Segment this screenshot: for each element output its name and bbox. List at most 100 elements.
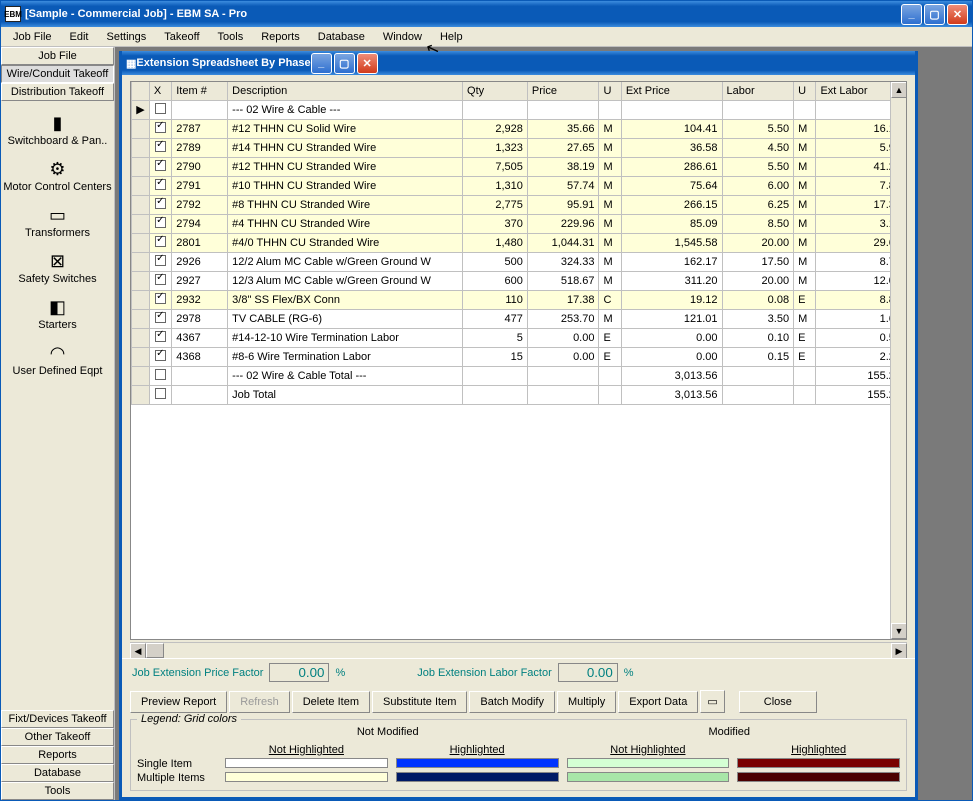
cell-u1[interactable]: C <box>599 290 621 309</box>
cell-qty[interactable]: 2,775 <box>463 195 528 214</box>
row-checkbox[interactable] <box>155 122 166 133</box>
row-indicator[interactable] <box>132 138 150 157</box>
scroll-up-icon[interactable]: ▲ <box>891 82 907 98</box>
cell-ext[interactable]: 19.12 <box>621 290 722 309</box>
cell-u1[interactable]: M <box>599 233 621 252</box>
row-indicator[interactable] <box>132 119 150 138</box>
sidebar-btn-distribution-takeoff[interactable]: Distribution Takeoff <box>1 83 114 101</box>
cell-labor[interactable]: 0.08 <box>722 290 794 309</box>
extension-grid[interactable]: XItem #DescriptionQtyPriceUExt PriceLabo… <box>131 82 906 405</box>
cell-u2[interactable]: M <box>794 271 816 290</box>
table-row[interactable]: --- 02 Wire & Cable Total ---3,013.56155… <box>132 366 906 385</box>
cell-ext[interactable]: 36.58 <box>621 138 722 157</box>
cell-ext[interactable] <box>621 100 722 119</box>
cell-qty[interactable] <box>463 366 528 385</box>
cell-item[interactable]: 2790 <box>172 157 228 176</box>
table-row[interactable]: 2789#14 THHN CU Stranded Wire1,32327.65M… <box>132 138 906 157</box>
cell-ext[interactable]: 75.64 <box>621 176 722 195</box>
cell-labor[interactable]: 6.00 <box>722 176 794 195</box>
cell-labor[interactable]: 4.50 <box>722 138 794 157</box>
cell-ext[interactable]: 162.17 <box>621 252 722 271</box>
row-indicator[interactable] <box>132 176 150 195</box>
cell-ext[interactable]: 3,013.56 <box>621 366 722 385</box>
cell-u2[interactable]: M <box>794 176 816 195</box>
cell-item[interactable]: 2927 <box>172 271 228 290</box>
cell-qty[interactable]: 15 <box>463 347 528 366</box>
preview-report-button[interactable]: Preview Report <box>130 691 227 713</box>
cell-item[interactable] <box>172 366 228 385</box>
cell-qty[interactable]: 1,323 <box>463 138 528 157</box>
col-header[interactable]: Qty <box>463 82 528 100</box>
menu-tools[interactable]: Tools <box>210 29 252 45</box>
row-checkbox[interactable] <box>155 236 166 247</box>
cell-item[interactable] <box>172 385 228 404</box>
cell-desc[interactable]: #12 THHN CU Solid Wire <box>228 119 463 138</box>
cell-price[interactable] <box>527 366 599 385</box>
cell-desc[interactable]: #4 THHN CU Stranded Wire <box>228 214 463 233</box>
row-checkbox[interactable] <box>155 179 166 190</box>
minimize-button[interactable]: _ <box>901 4 922 25</box>
palette-motor-control-centers[interactable]: ⚙Motor Control Centers <box>1 153 114 197</box>
cell-labor[interactable]: 3.50 <box>722 309 794 328</box>
cell-item[interactable]: 2792 <box>172 195 228 214</box>
cell-u1[interactable]: M <box>599 176 621 195</box>
cell-u2[interactable] <box>794 100 816 119</box>
cell-u2[interactable]: M <box>794 195 816 214</box>
col-header[interactable]: Item # <box>172 82 228 100</box>
cell-desc[interactable]: #10 THHN CU Stranded Wire <box>228 176 463 195</box>
cell-u2[interactable]: M <box>794 252 816 271</box>
cell-u1[interactable]: E <box>599 347 621 366</box>
cell-desc[interactable]: 12/3 Alum MC Cable w/Green Ground W <box>228 271 463 290</box>
table-row[interactable]: 2790#12 THHN CU Stranded Wire7,50538.19M… <box>132 157 906 176</box>
sidebar-btn-tools[interactable]: Tools <box>1 782 114 800</box>
sidebar-btn-wire-conduit-takeoff[interactable]: Wire/Conduit Takeoff <box>1 65 114 83</box>
cell-qty[interactable]: 1,310 <box>463 176 528 195</box>
options-icon-button[interactable]: ▭ <box>700 690 724 713</box>
cell-u2[interactable]: M <box>794 214 816 233</box>
scroll-thumb[interactable] <box>146 643 164 658</box>
cell-u1[interactable] <box>599 385 621 404</box>
table-row[interactable]: 29323/8" SS Flex/BX Conn11017.38C19.120.… <box>132 290 906 309</box>
cell-u2[interactable]: M <box>794 157 816 176</box>
sidebar-btn-reports[interactable]: Reports <box>1 746 114 764</box>
child-titlebar[interactable]: ▦ Extension Spreadsheet By Phase _ ▢ ✕ <box>122 51 915 75</box>
row-checkbox[interactable] <box>155 103 166 114</box>
col-header[interactable]: Description <box>228 82 463 100</box>
menu-job-file[interactable]: Job File <box>5 29 60 45</box>
cell-u1[interactable] <box>599 100 621 119</box>
row-checkbox[interactable] <box>155 198 166 209</box>
scroll-down-icon[interactable]: ▼ <box>891 623 907 639</box>
cell-labor[interactable]: 0.15 <box>722 347 794 366</box>
cell-price[interactable]: 95.91 <box>527 195 599 214</box>
menu-help[interactable]: Help <box>432 29 471 45</box>
cell-price[interactable]: 38.19 <box>527 157 599 176</box>
child-minimize-button[interactable]: _ <box>311 53 332 74</box>
cell-labor[interactable]: 0.10 <box>722 328 794 347</box>
col-header[interactable]: U <box>794 82 816 100</box>
row-indicator[interactable] <box>132 309 150 328</box>
row-checkbox[interactable] <box>155 293 166 304</box>
cell-labor[interactable]: 5.50 <box>722 157 794 176</box>
row-checkbox[interactable] <box>155 388 166 399</box>
maximize-button[interactable]: ▢ <box>924 4 945 25</box>
cell-item[interactable]: 2787 <box>172 119 228 138</box>
cell-item[interactable]: 2789 <box>172 138 228 157</box>
labor-factor-input[interactable] <box>558 663 618 682</box>
refresh-button[interactable]: Refresh <box>229 691 290 713</box>
table-row[interactable]: 2801#4/0 THHN CU Stranded Wire1,4801,044… <box>132 233 906 252</box>
row-checkbox[interactable] <box>155 274 166 285</box>
cell-qty[interactable]: 1,480 <box>463 233 528 252</box>
cell-labor[interactable]: 6.25 <box>722 195 794 214</box>
cell-ext[interactable]: 266.15 <box>621 195 722 214</box>
cell-u1[interactable]: M <box>599 157 621 176</box>
cell-u2[interactable]: E <box>794 290 816 309</box>
table-row[interactable]: 2792#8 THHN CU Stranded Wire2,77595.91M2… <box>132 195 906 214</box>
row-indicator[interactable] <box>132 233 150 252</box>
palette-user-defined-eqpt[interactable]: ◠User Defined Eqpt <box>1 337 114 381</box>
export-data-button[interactable]: Export Data <box>618 691 698 713</box>
table-row[interactable]: 292612/2 Alum MC Cable w/Green Ground W5… <box>132 252 906 271</box>
cell-qty[interactable]: 370 <box>463 214 528 233</box>
row-indicator[interactable] <box>132 214 150 233</box>
cell-desc[interactable]: --- 02 Wire & Cable Total --- <box>228 366 463 385</box>
vertical-scrollbar[interactable]: ▲ ▼ <box>890 82 906 639</box>
